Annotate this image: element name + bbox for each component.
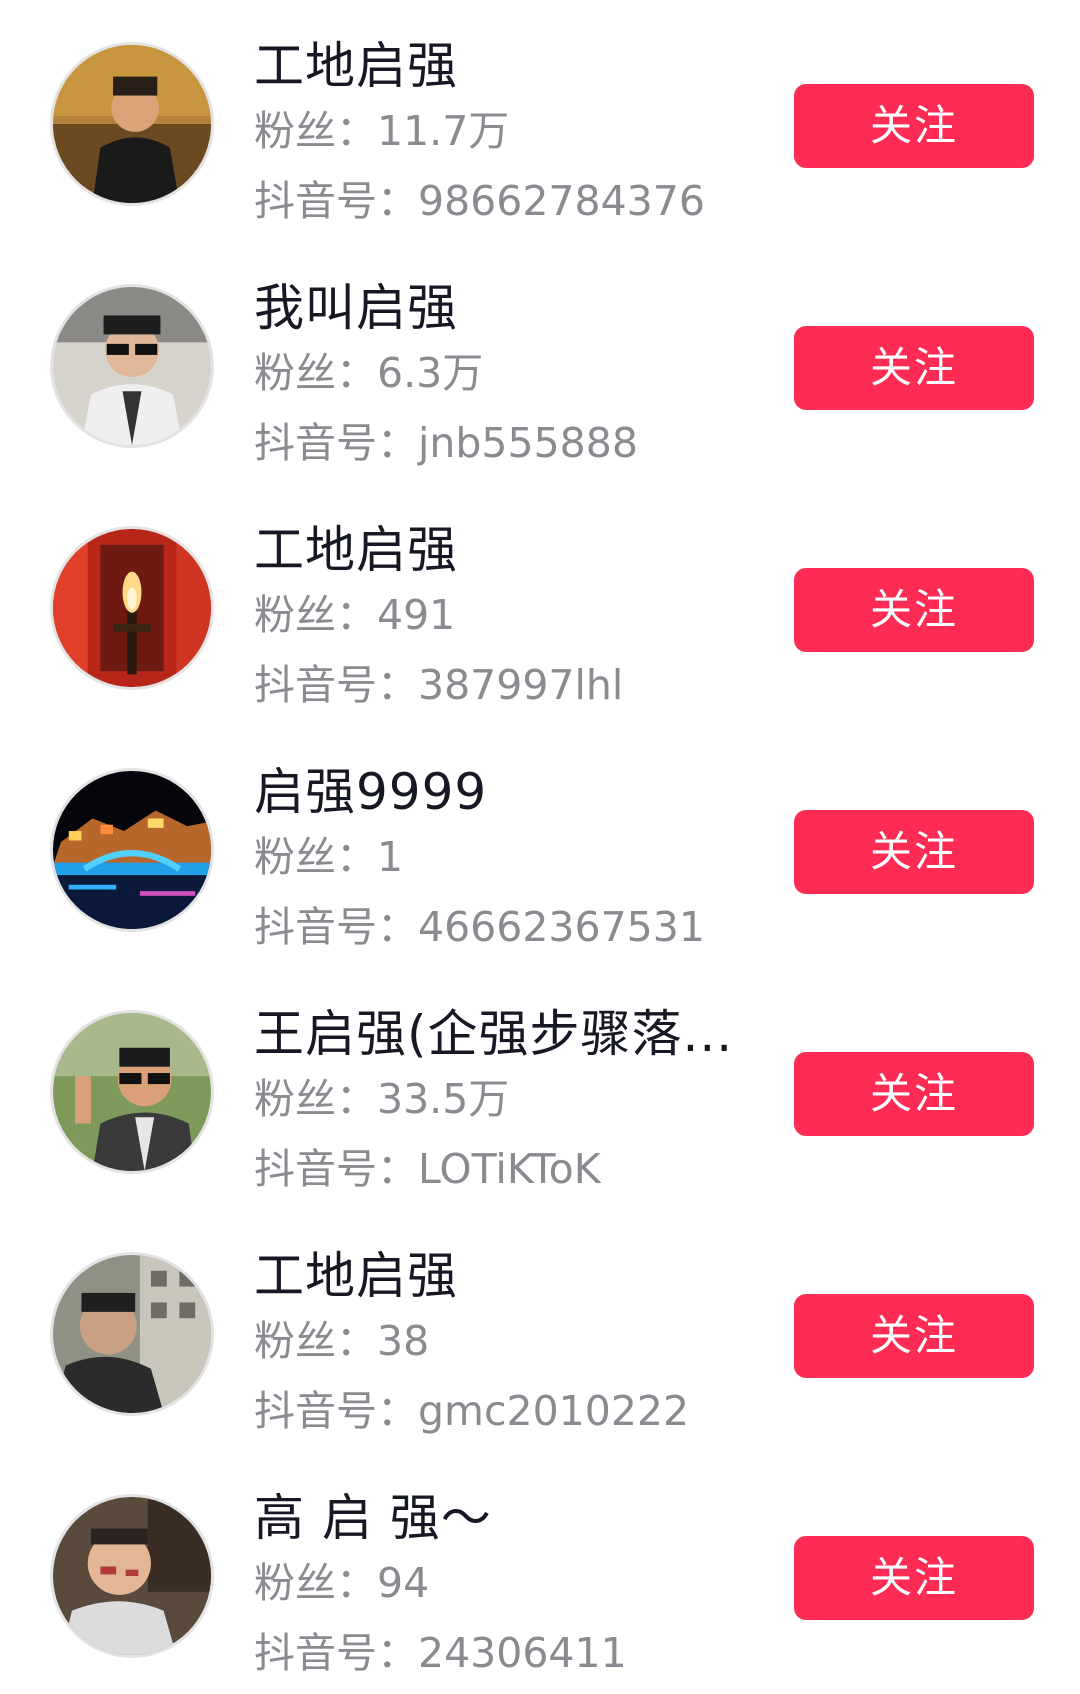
fans-count: 粉丝：38 [254,1316,429,1366]
fans-count: 粉丝：1 [254,832,403,882]
user-avatar[interactable] [50,1494,214,1658]
douyin-id-label: 抖音号： [254,1387,418,1435]
user-avatar[interactable] [50,284,214,448]
user-name: 工地启强 [254,1247,458,1305]
user-name: 启强9999 [254,763,488,821]
user-avatar[interactable] [50,768,214,932]
user-row[interactable]: 高 启 强～ 粉丝：94 抖音号：24306411 关注 [0,1452,1080,1694]
user-name: 工地启强 [254,521,458,579]
user-avatar[interactable] [50,526,214,690]
follow-button[interactable]: 关注 [794,568,1034,652]
user-row[interactable]: 工地启强 粉丝：491 抖音号：387997lhl 关注 [0,484,1080,726]
fans-label: 粉丝： [254,1559,377,1607]
douyin-id-value: 98662784376 [418,177,705,225]
fans-value: 11.7万 [377,107,510,155]
follow-button[interactable]: 关注 [794,326,1034,410]
douyin-id-value: LOTiKToK [418,1145,601,1193]
douyin-id-label: 抖音号： [254,1629,418,1677]
fans-count: 粉丝：11.7万 [254,106,509,156]
fans-value: 6.3万 [377,349,484,397]
douyin-id: 抖音号：LOTiKToK [254,1144,601,1194]
douyin-id: 抖音号：gmc2010222 [254,1386,689,1436]
fans-value: 491 [377,591,456,639]
fans-value: 94 [377,1559,430,1607]
user-avatar[interactable] [50,42,214,206]
douyin-id-value: 46662367531 [418,903,705,951]
douyin-id-label: 抖音号： [254,419,418,467]
user-row[interactable]: 我叫启强 粉丝：6.3万 抖音号：jnb555888 关注 [0,242,1080,484]
follow-button[interactable]: 关注 [794,1052,1034,1136]
fans-value: 1 [377,833,404,881]
user-name: 我叫启强 [254,279,458,337]
douyin-id: 抖音号：46662367531 [254,902,705,952]
fans-label: 粉丝： [254,107,377,155]
user-name: 王启强(企强步骤落... [254,1005,734,1063]
follow-button[interactable]: 关注 [794,84,1034,168]
douyin-id-label: 抖音号： [254,1145,418,1193]
user-row[interactable]: 王启强(企强步骤落... 粉丝：33.5万 抖音号：LOTiKToK 关注 [0,968,1080,1210]
douyin-id-label: 抖音号： [254,903,418,951]
fans-count: 粉丝：33.5万 [254,1074,509,1124]
douyin-id: 抖音号：98662784376 [254,176,705,226]
douyin-id-value: gmc2010222 [418,1387,690,1435]
douyin-id-value: 24306411 [418,1629,627,1677]
douyin-id-label: 抖音号： [254,661,418,709]
fans-count: 粉丝：491 [254,590,455,640]
user-avatar[interactable] [50,1252,214,1416]
douyin-id: 抖音号：24306411 [254,1628,627,1678]
douyin-id-value: 387997lhl [418,661,624,709]
user-row[interactable]: 工地启强 粉丝：38 抖音号：gmc2010222 关注 [0,1210,1080,1452]
follow-button[interactable]: 关注 [794,810,1034,894]
follow-button[interactable]: 关注 [794,1536,1034,1620]
douyin-id-label: 抖音号： [254,177,418,225]
user-avatar[interactable] [50,1010,214,1174]
fans-label: 粉丝： [254,1317,377,1365]
douyin-id: 抖音号：jnb555888 [254,418,638,468]
douyin-id: 抖音号：387997lhl [254,660,623,710]
fans-label: 粉丝： [254,833,377,881]
fans-value: 33.5万 [377,1075,510,1123]
follow-button[interactable]: 关注 [794,1294,1034,1378]
fans-label: 粉丝： [254,349,377,397]
user-name: 工地启强 [254,37,458,95]
search-results-user-list: 工地启强 粉丝：11.7万 抖音号：98662784376 关注 我叫启强 粉丝… [0,0,1080,1688]
fans-label: 粉丝： [254,591,377,639]
user-name: 高 启 强～ [254,1489,492,1547]
douyin-id-value: jnb555888 [418,419,638,467]
fans-count: 粉丝：94 [254,1558,429,1608]
fans-value: 38 [377,1317,430,1365]
fans-label: 粉丝： [254,1075,377,1123]
fans-count: 粉丝：6.3万 [254,348,483,398]
user-row[interactable]: 工地启强 粉丝：11.7万 抖音号：98662784376 关注 [0,0,1080,242]
user-row[interactable]: 启强9999 粉丝：1 抖音号：46662367531 关注 [0,726,1080,968]
